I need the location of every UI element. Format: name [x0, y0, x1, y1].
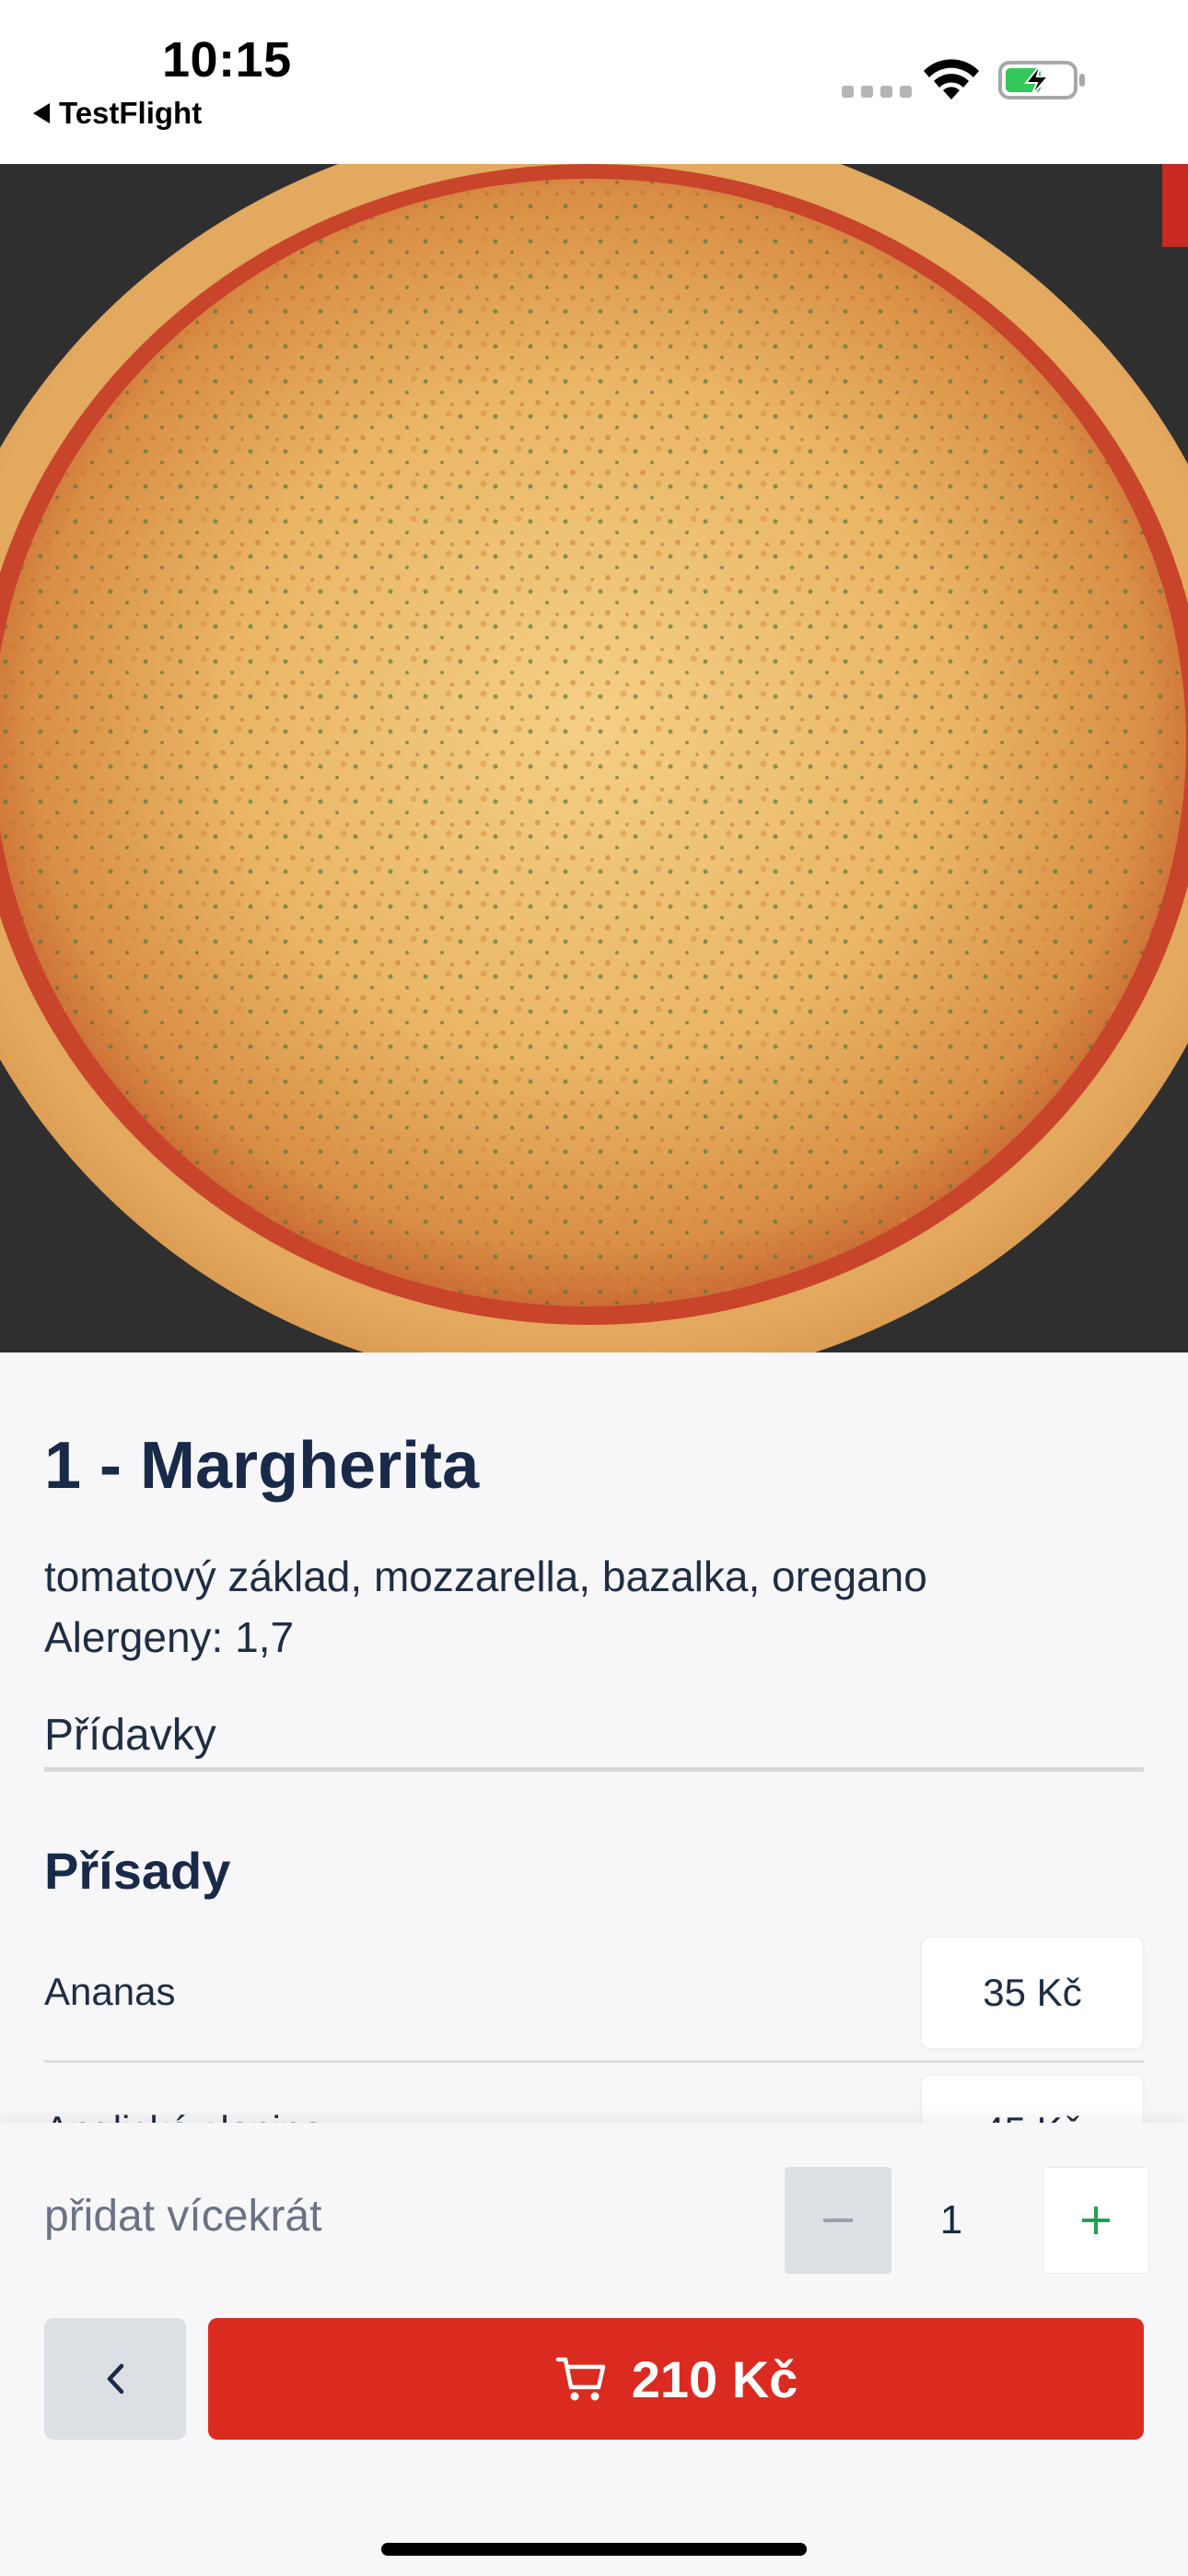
add-multiple-label: přidat vícekrát — [44, 2192, 322, 2241]
home-indicator — [381, 2543, 807, 2556]
order-panel: přidat vícekrát 1 210 Kč — [0, 2123, 1188, 2576]
product-details: 1 - Margherita tomatový základ, mozzarel… — [0, 1352, 1188, 2123]
row-divider — [44, 2060, 1144, 2063]
ingredient-name: Ananas — [44, 1970, 176, 2013]
minus-icon — [823, 2219, 853, 2222]
signal-icon — [842, 86, 912, 98]
back-triangle-icon — [33, 103, 50, 123]
battery-charging-icon — [998, 61, 1085, 100]
addons-underline — [44, 1767, 1144, 1772]
wifi-icon — [924, 59, 979, 100]
ingredient-row: Anglická slanina 45 Kč — [44, 2075, 1144, 2123]
product-description: tomatový základ, mozzarella, bazalka, or… — [44, 1552, 927, 1600]
ingredients-title: Přísady — [44, 1842, 231, 1900]
back-to-testflight-link[interactable]: TestFlight — [33, 96, 202, 131]
increase-quantity-button[interactable] — [1042, 2167, 1149, 2274]
add-ingredient-button[interactable]: 45 Kč — [921, 2075, 1144, 2123]
status-bar: 10:15 TestFlight — [0, 0, 1188, 164]
addons-tab[interactable]: Přídavky — [44, 1710, 216, 1761]
product-title: 1 - Margherita — [44, 1429, 480, 1503]
product-description-block: tomatový základ, mozzarella, bazalka, or… — [44, 1546, 927, 1668]
ingredient-name: Anglická slanina — [44, 2108, 324, 2123]
product-image — [0, 164, 1188, 1352]
cart-icon — [555, 2357, 605, 2401]
add-to-cart-button[interactable]: 210 Kč — [208, 2318, 1144, 2440]
back-button[interactable] — [44, 2318, 186, 2440]
chevron-left-icon — [107, 2363, 124, 2395]
ingredient-row: Ananas 35 Kč — [44, 1937, 1144, 2049]
plus-icon — [1082, 2207, 1110, 2234]
product-allergens: Alergeny: 1,7 — [44, 1613, 295, 1661]
back-app-label: TestFlight — [59, 96, 203, 130]
quantity-value: 1 — [939, 2197, 963, 2242]
status-time: 10:15 — [162, 32, 292, 88]
cart-total: 210 Kč — [631, 2349, 798, 2408]
decrease-quantity-button[interactable] — [785, 2167, 891, 2274]
add-ingredient-button[interactable]: 35 Kč — [921, 1937, 1144, 2049]
